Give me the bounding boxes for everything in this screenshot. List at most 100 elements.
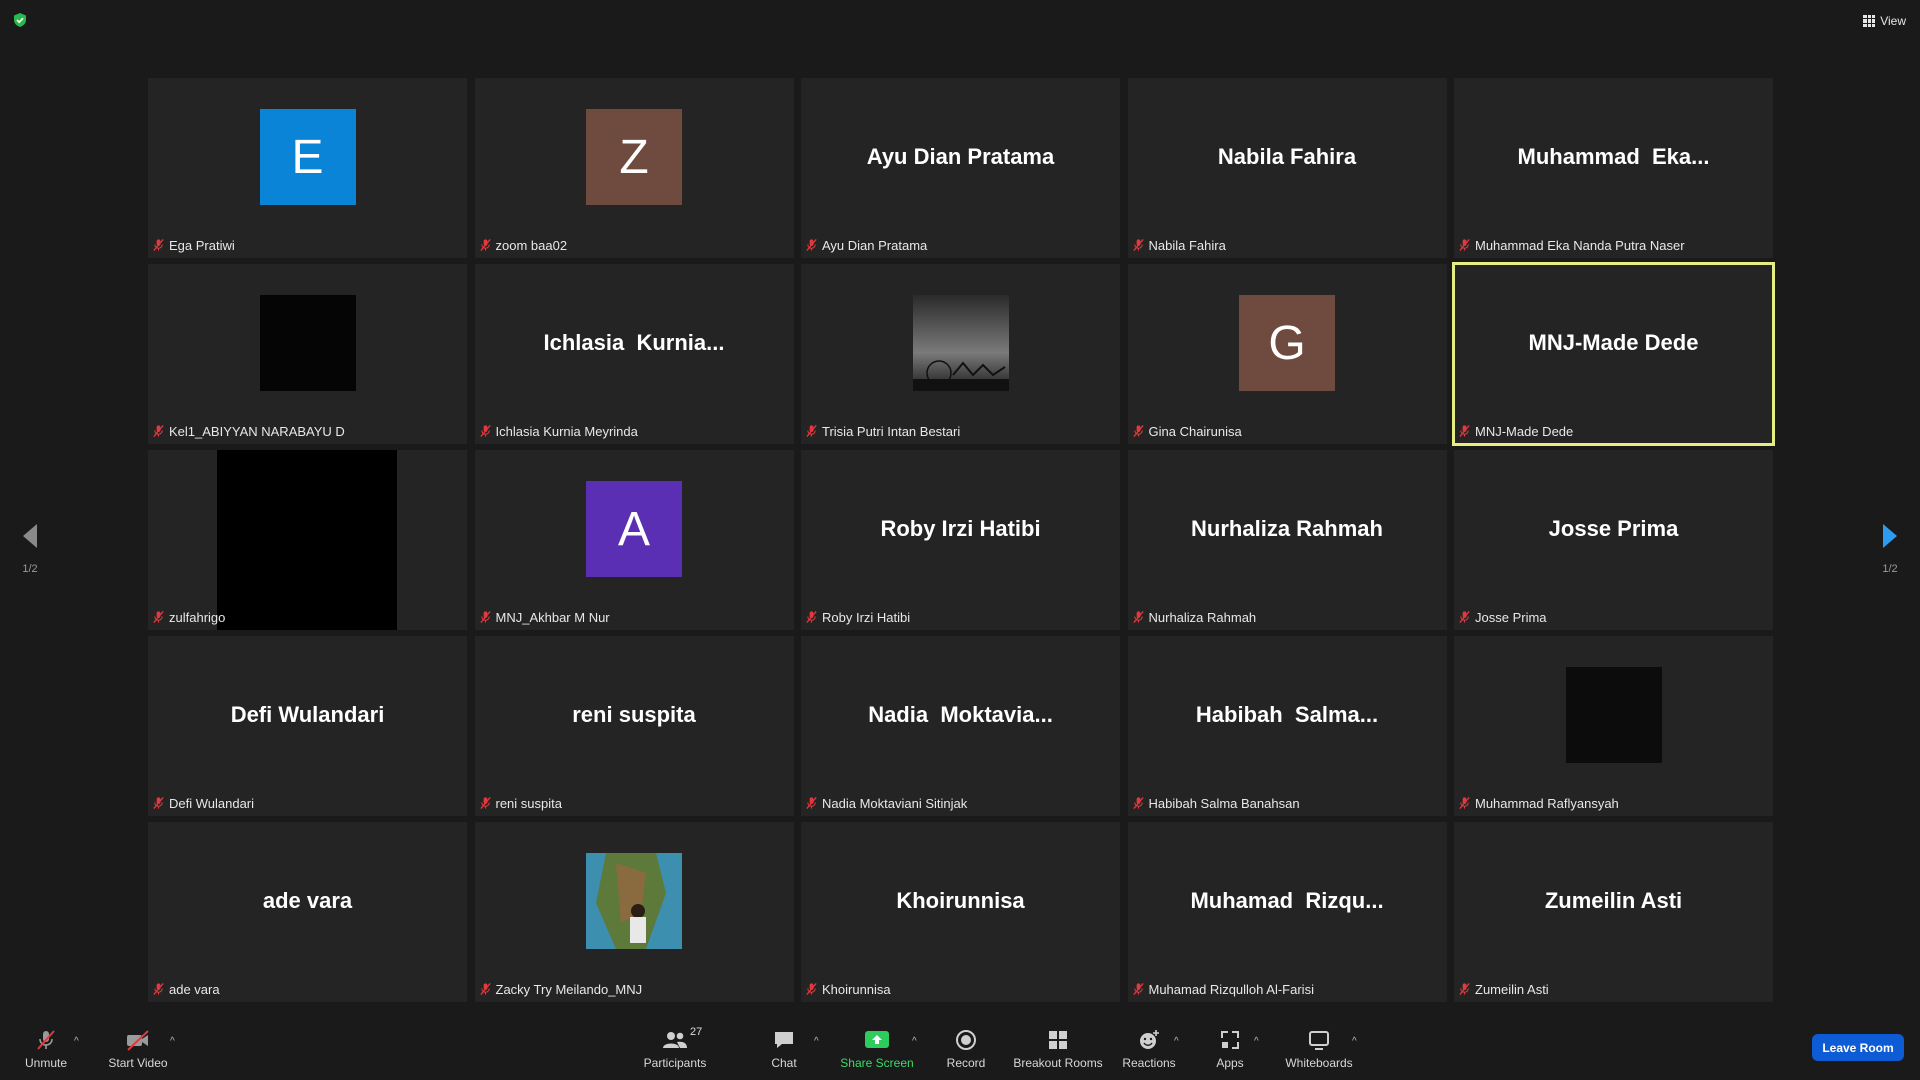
muted-mic-icon [1132,797,1144,809]
participant-tile[interactable]: Muhammad Eka... Muhammad Eka Nanda Putra … [1454,78,1773,258]
participant-name-label: zoom baa02 [479,236,572,254]
participant-tile[interactable]: Nabila Fahira Nabila Fahira [1127,78,1447,258]
start-video-button[interactable]: Start Video [106,1028,170,1078]
apps-options-caret[interactable]: ^ [1254,1036,1259,1047]
avatar: G [1239,295,1335,391]
tile-content: Nadia Moktavia... [801,636,1120,794]
participant-tile[interactable]: reni suspita reni suspita [474,636,794,816]
participant-name-label: Zumeilin Asti [1458,980,1553,998]
tile-content: A [475,450,794,608]
participant-tile[interactable]: Muhamad Rizqu... Muhamad Rizqulloh Al-Far… [1127,822,1447,1002]
tile-content [801,264,1120,422]
participant-tile[interactable]: Kel1_ABIYYAN NARABAYU D [148,264,467,444]
participant-display-name: Ichlasia Kurnia... [543,330,725,355]
tile-content: Defi Wulandari [148,636,467,794]
participant-tile[interactable]: Ayu Dian Pratama Ayu Dian Pratama [801,78,1120,258]
participant-tile[interactable]: ade vara ade vara [148,822,467,1002]
whiteboards-button[interactable]: Whiteboards [1284,1028,1354,1078]
tile-content [148,264,467,422]
participant-display-name: Nabila Fahira [1217,144,1357,169]
participant-display-name: reni suspita [572,702,696,727]
participant-name: Nadia Moktaviani Sitinjak [822,795,968,811]
record-button[interactable]: Record [944,1028,988,1078]
participant-tile[interactable]: Defi Wulandari Defi Wulandari [148,636,467,816]
participant-tile[interactable]: E Ega Pratiwi [148,78,467,258]
tile-content: Ichlasia Kurnia... [475,264,794,422]
participant-name-label: Muhamad Rizqulloh Al-Farisi [1132,980,1318,998]
apps-button[interactable]: Apps [1210,1028,1250,1078]
participant-name: Khoirunnisa [822,981,891,997]
share-options-caret[interactable]: ^ [912,1036,917,1047]
security-shield-icon[interactable] [12,12,28,28]
participant-display-name: Josse Prima [1548,516,1679,541]
next-page-button[interactable]: 1/2 [1868,522,1912,575]
participant-name: Zumeilin Asti [1475,981,1549,997]
muted-mic-icon [1459,611,1470,623]
audio-options-caret[interactable]: ^ [74,1036,79,1047]
profile-picture [586,853,682,949]
reactions-button[interactable]: Reactions [1122,1028,1176,1078]
participant-name: Ichlasia Kurnia Meyrinda [495,423,638,439]
participants-count: 27 [690,1026,703,1038]
participant-name-label: Kel1_ABIYYAN NARABAYU D [152,422,349,440]
participant-name: Nabila Fahira [1148,237,1226,253]
participant-tile[interactable]: MNJ-Made Dede MNJ-Made Dede [1452,262,1775,446]
muted-mic-icon [153,983,164,995]
reactions-options-caret[interactable]: ^ [1174,1036,1179,1047]
previous-page-button[interactable]: 1/2 [8,522,52,575]
tile-content: Habibah Salma... [1128,636,1447,794]
participant-name: Habibah Salma Banahsan [1148,795,1300,811]
participant-name-label: Nabila Fahira [1132,236,1230,254]
participant-tile[interactable]: Muhammad Raflyansyah [1454,636,1773,816]
participant-tile[interactable]: Roby Irzi Hatibi Roby Irzi Hatibi [801,450,1120,630]
participants-button[interactable]: 27 Participants [642,1026,708,1078]
video-options-caret[interactable]: ^ [170,1036,175,1047]
muted-mic-icon [153,611,164,623]
breakout-rooms-label: Breakout Rooms [1013,1056,1103,1070]
chat-icon [775,1032,793,1048]
view-button[interactable]: View [1863,10,1906,32]
chat-options-caret[interactable]: ^ [814,1036,819,1047]
muted-mic-icon [479,983,491,995]
tile-content: E [148,78,467,236]
participant-tile[interactable]: zulfahrigo [148,450,467,630]
chat-button[interactable]: Chat [766,1028,802,1078]
participant-display-name: ade vara [262,888,353,913]
participant-display-name: Nadia Moktavia... [868,702,1053,727]
participant-tile[interactable]: Habibah Salma... Habibah Salma Banahsan [1127,636,1447,816]
whiteboards-options-caret[interactable]: ^ [1352,1036,1357,1047]
video-feed [217,450,397,630]
participant-tile[interactable]: Nurhaliza Rahmah Nurhaliza Rahmah [1127,450,1447,630]
participant-display-name: Defi Wulandari [230,702,385,727]
participant-tile[interactable]: Khoirunnisa Khoirunnisa [801,822,1120,1002]
participant-name-label: Nurhaliza Rahmah [1132,608,1261,626]
participant-tile[interactable]: Trisia Putri Intan Bestari [801,264,1120,444]
share-screen-button[interactable]: Share Screen [840,1028,914,1078]
participant-tile[interactable]: Josse Prima Josse Prima [1454,450,1773,630]
share-screen-icon [865,1031,889,1048]
participant-display-name: Khoirunnisa [896,888,1025,913]
breakout-rooms-button[interactable]: Breakout Rooms [1012,1028,1104,1078]
participant-name: MNJ-Made Dede [1475,423,1574,439]
participant-display-name: Ayu Dian Pratama [866,144,1055,169]
participant-tile[interactable]: A MNJ_Akhbar M Nur [474,450,794,630]
tile-content: G [1128,264,1447,422]
leave-room-button[interactable]: Leave Room [1812,1034,1904,1061]
unmute-button[interactable]: Unmute [18,1028,74,1078]
participant-tile[interactable]: Ichlasia Kurnia... Ichlasia Kurnia Meyrin… [474,264,794,444]
view-label: View [1880,14,1906,28]
tile-content: Khoirunnisa [801,822,1120,980]
participant-tile[interactable]: G Gina Chairunisa [1127,264,1447,444]
participant-tile[interactable]: Nadia Moktavia... Nadia Moktaviani Sitinj… [801,636,1120,816]
reactions-label: Reactions [1122,1056,1176,1070]
participant-tile[interactable]: Zzoom baa02 [474,78,794,258]
participant-name: Trisia Putri Intan Bestari [822,423,961,439]
grid-view-icon [1863,15,1876,27]
muted-mic-icon [479,425,491,437]
participant-tile[interactable]: Zacky Try Meilando_MNJ [474,822,794,1002]
muted-mic-icon [1459,797,1470,809]
muted-mic-icon [1132,983,1144,995]
participant-tile[interactable]: Zumeilin Asti Zumeilin Asti [1454,822,1773,1002]
participant-name-label: reni suspita [479,794,566,812]
muted-mic-icon [153,239,164,251]
